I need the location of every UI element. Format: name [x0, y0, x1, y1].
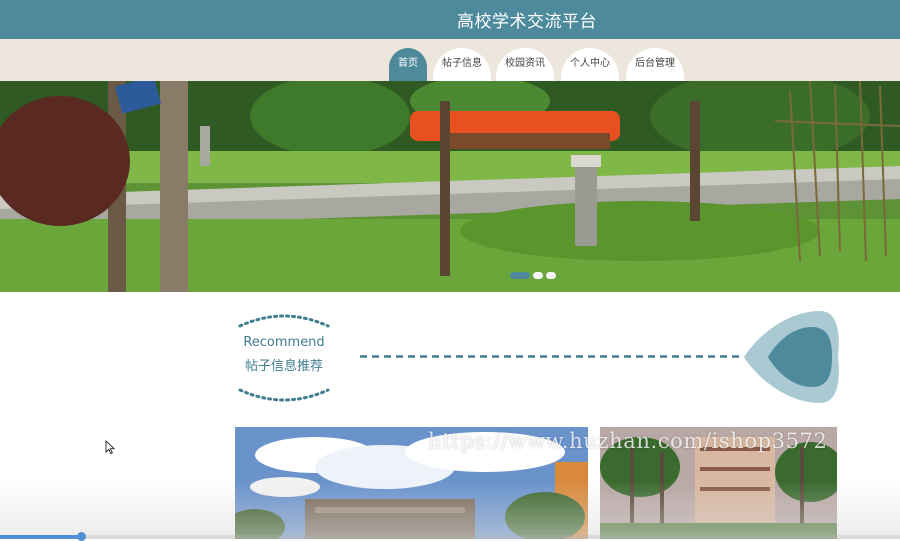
site-title: 高校学术交流平台 — [457, 12, 597, 32]
main-nav: 首页 帖子信息 校园资讯 个人中心 后台管理 — [0, 39, 900, 84]
header-bar: 高校学术交流平台 — [0, 0, 900, 39]
nav-item-posts[interactable]: 帖子信息 — [433, 48, 491, 84]
video-progress-fill — [0, 535, 81, 539]
mouse-cursor-icon — [105, 440, 115, 455]
video-progress-bar[interactable] — [0, 532, 900, 541]
nav-item-home[interactable]: 首页 — [389, 48, 427, 84]
recommend-decoration-shape — [744, 311, 839, 403]
banner-image — [0, 81, 900, 292]
watermark-text: https://www.huzhan.com/ishop3572 — [428, 429, 828, 453]
nav-item-admin[interactable]: 后台管理 — [626, 48, 684, 84]
carousel-banner[interactable] — [0, 81, 900, 292]
nav-item-campus-news[interactable]: 校园资讯 — [496, 48, 554, 84]
carousel-dot[interactable] — [546, 272, 556, 279]
carousel-dot[interactable] — [510, 272, 530, 279]
carousel-dots — [510, 272, 556, 281]
video-progress-handle[interactable] — [77, 532, 86, 541]
recommend-divider — [360, 355, 740, 358]
recommend-title-zh: 帖子信息推荐 — [244, 359, 323, 374]
recommend-title-en: Recommend — [243, 335, 325, 350]
nav-item-personal-center[interactable]: 个人中心 — [561, 48, 619, 84]
carousel-dot[interactable] — [533, 272, 543, 279]
